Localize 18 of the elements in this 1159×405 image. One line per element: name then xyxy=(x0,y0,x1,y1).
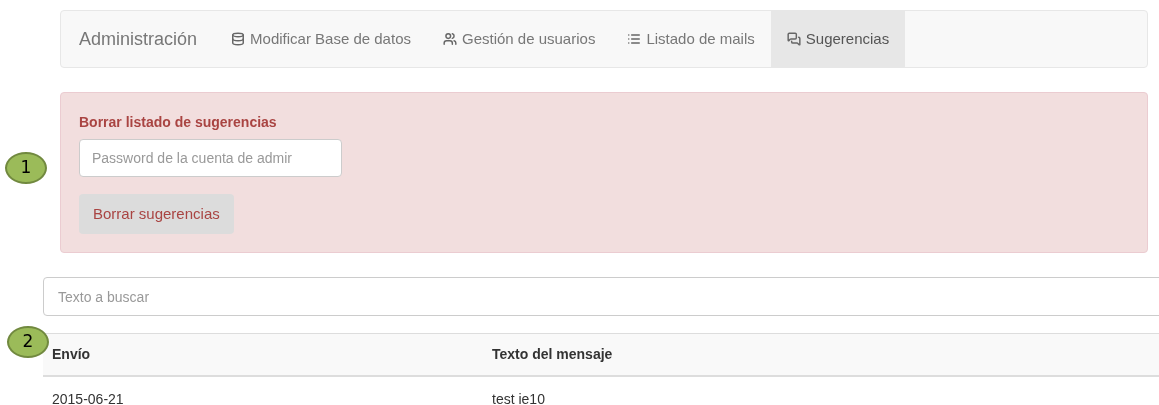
nav-tab[interactable]: Sugerencias xyxy=(770,11,906,67)
database-icon xyxy=(231,32,246,46)
table-cell: test ie10 xyxy=(483,375,1159,405)
password-field[interactable]: Password de la cuenta de admir xyxy=(79,139,342,177)
nav-tab[interactable]: Gestión de usuarios xyxy=(426,11,612,67)
search-field[interactable]: Texto a buscar xyxy=(43,277,1159,316)
column-header: Texto del mensaje xyxy=(483,333,1159,376)
list-icon xyxy=(627,32,642,46)
chat-bubbles-icon xyxy=(786,32,801,46)
delete-suggestions-button[interactable]: Borrar sugerencias xyxy=(79,194,234,234)
nav-tab[interactable]: Modificar Base de datos xyxy=(215,11,427,67)
brand-title: Administración xyxy=(78,27,199,51)
users-icon xyxy=(442,32,457,46)
callout-badge: 2 xyxy=(7,326,49,358)
nav-tab[interactable]: Listado de mails xyxy=(611,11,771,67)
alert-title: Borrar listado de sugerencias xyxy=(79,113,278,132)
callout-badge: 1 xyxy=(5,152,47,184)
table-cell: 2015-06-21 xyxy=(43,375,483,405)
